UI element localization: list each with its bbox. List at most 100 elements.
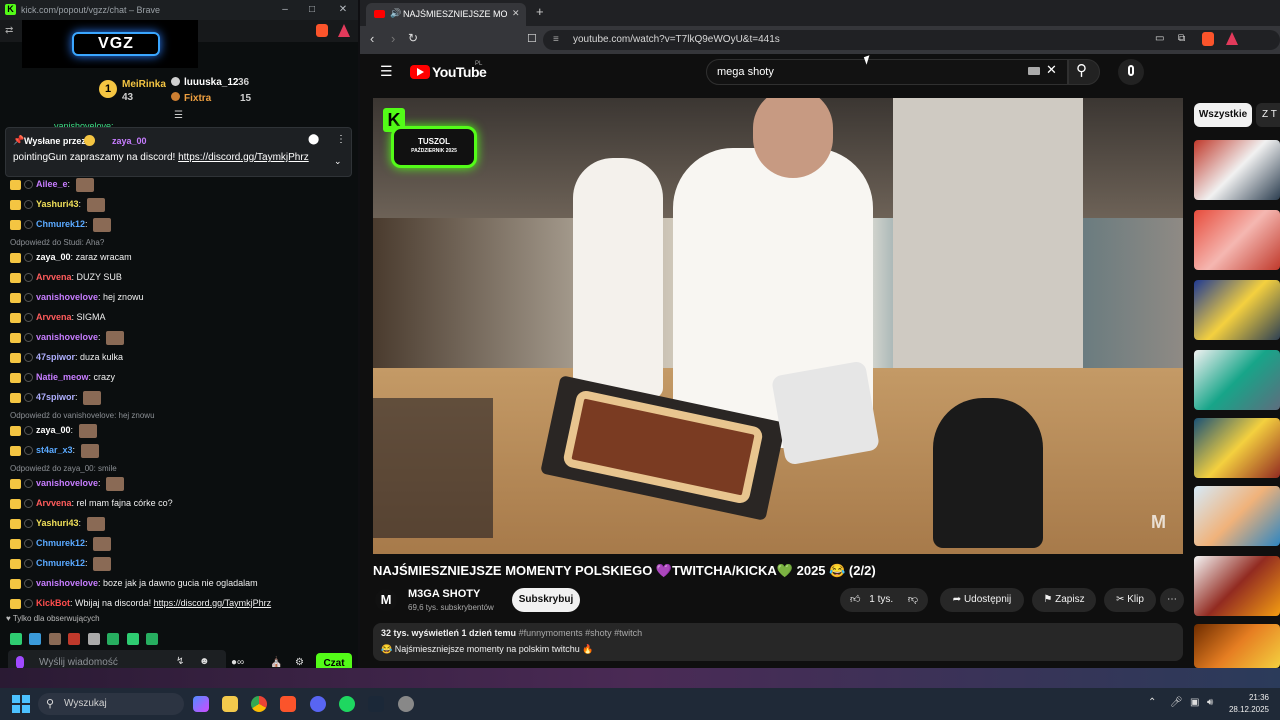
like-icon[interactable]: 👍︎ — [850, 594, 860, 605]
clip-button[interactable]: ✂ Klip — [1104, 588, 1156, 612]
clock-date[interactable]: 28.12.2025 — [1221, 705, 1269, 714]
expand-chevron-icon[interactable]: ⌄ — [334, 156, 342, 167]
chat-username[interactable]: Chmurek12 — [36, 219, 85, 229]
reload-icon[interactable]: ↻ — [408, 31, 418, 45]
chat-username[interactable]: st4ar_x3 — [36, 445, 73, 455]
chat-username[interactable]: Chmurek12 — [36, 558, 85, 568]
minimize-button[interactable]: – — [278, 3, 292, 17]
pinned-link[interactable]: https://discord.gg/TaymkjPhrz — [178, 152, 309, 163]
chat-username[interactable]: 47spiwor — [36, 352, 75, 362]
recommended-thumbnail[interactable] — [1194, 418, 1280, 478]
address-bar[interactable]: ≡ youtube.com/watch?v=T7lkQ9eWOyU&t=441s — [543, 30, 1280, 50]
leader-name[interactable]: MeiRinka — [122, 79, 166, 90]
recommended-thumbnail[interactable] — [1194, 556, 1280, 616]
menu-icon[interactable]: ⇄ — [5, 25, 13, 36]
network-icon[interactable]: ▣ — [1190, 697, 1199, 708]
filter-chip-all[interactable]: Wszystkie — [1194, 103, 1252, 127]
leader-name[interactable]: Fixtra — [184, 93, 211, 104]
youtube-logo-icon[interactable] — [410, 65, 430, 79]
chat-username[interactable]: Yashuri43 — [36, 518, 79, 528]
discord-icon[interactable] — [310, 696, 326, 712]
hamburger-menu-icon[interactable]: ☰ — [380, 63, 393, 80]
maximize-button[interactable]: □ — [305, 3, 319, 17]
recommended-thumbnail[interactable] — [1194, 624, 1280, 668]
filter-chip[interactable]: Z T — [1256, 103, 1280, 127]
volume-icon[interactable]: 🔊︎ — [1207, 697, 1213, 708]
dislike-icon[interactable]: 👎︎ — [908, 594, 918, 605]
chat-username[interactable]: Arvvena — [36, 312, 72, 322]
chat-username[interactable]: Chmurek12 — [36, 538, 85, 548]
voice-search-button[interactable] — [1118, 59, 1144, 85]
command-icon[interactable]: ↯ — [176, 656, 184, 667]
hashtags[interactable]: #funnymoments #shoty #twitch — [519, 628, 643, 638]
steam-icon[interactable] — [368, 696, 384, 712]
reply-context[interactable]: Odpowiedź do vanishovelove: hej znowu — [10, 411, 155, 420]
tab-youtube[interactable]: 🔊 NAJŚMIESZNIEJSZE MOMENTY ✕ — [366, 3, 526, 26]
recommended-thumbnail[interactable] — [1194, 210, 1280, 270]
send-chat-button[interactable]: Czat — [316, 653, 352, 668]
store-icon[interactable]: ⛪ — [270, 657, 282, 668]
audio-playing-icon[interactable]: 🔊 — [390, 8, 401, 19]
site-info-icon[interactable]: ≡ — [553, 30, 559, 50]
chrome-icon[interactable] — [251, 696, 267, 712]
emote-icon[interactable] — [107, 632, 120, 645]
emote-icon[interactable] — [29, 632, 42, 645]
brave-rewards-icon[interactable] — [338, 24, 350, 37]
app-icon[interactable] — [398, 696, 414, 712]
emote-icon[interactable] — [48, 632, 61, 645]
chat-username[interactable]: zaya_00 — [36, 425, 71, 435]
spotify-icon[interactable] — [339, 696, 355, 712]
back-icon[interactable]: ‹ — [370, 31, 374, 46]
microphone-tray-icon[interactable]: 🎤︎ — [1170, 697, 1183, 708]
bookmark-icon[interactable]: ☐ — [527, 32, 537, 45]
collapse-icon[interactable]: ☰ — [174, 110, 183, 121]
emote-icon[interactable] — [87, 632, 100, 645]
emote-icon[interactable] — [146, 632, 159, 645]
save-button[interactable]: ⚑ Zapisz — [1032, 588, 1096, 612]
video-description[interactable]: 32 tys. wyświetleń 1 dzień temu #funnymo… — [373, 623, 1183, 661]
chat-username[interactable]: KickBot — [36, 598, 70, 608]
subscribe-button[interactable]: Subskrybuj — [512, 588, 580, 612]
brave-shield-icon[interactable] — [316, 24, 328, 37]
cast-icon[interactable]: ▭ — [1155, 33, 1164, 44]
copilot-icon[interactable] — [193, 696, 209, 712]
video-player[interactable]: K TUSZOL PAŹDZIERNIK 2025 M — [373, 98, 1183, 554]
chat-username[interactable]: vanishovelove — [36, 292, 98, 302]
pinned-author[interactable]: zaya_00 — [112, 136, 147, 146]
chat-username[interactable]: Arvvena — [36, 498, 72, 508]
emote-icon[interactable] — [10, 632, 22, 645]
recommended-thumbnail[interactable] — [1194, 140, 1280, 200]
recommended-thumbnail[interactable] — [1194, 486, 1280, 546]
chat-username[interactable]: Yashuri43 — [36, 199, 79, 209]
chat-link[interactable]: https://discord.gg/TaymkjPhrz — [154, 598, 272, 608]
clock-time[interactable]: 21:36 — [1229, 693, 1269, 702]
microphone-icon[interactable] — [16, 656, 24, 668]
tab-close-icon[interactable]: ✕ — [512, 8, 520, 19]
emoji-icon[interactable]: ☻ — [199, 656, 210, 667]
windows-start-icon[interactable] — [12, 695, 30, 713]
settings-gear-icon[interactable]: ⚙ — [295, 657, 304, 668]
close-button[interactable]: ✕ — [336, 3, 350, 17]
recommended-thumbnail[interactable] — [1194, 280, 1280, 340]
chat-username[interactable]: vanishovelove — [36, 332, 98, 342]
brave-icon[interactable] — [280, 696, 296, 712]
recommended-thumbnail[interactable] — [1194, 350, 1280, 410]
chat-username[interactable]: vanishovelove — [36, 578, 98, 588]
chat-username[interactable]: zaya_00 — [36, 252, 71, 262]
chat-username[interactable]: 47spiwor — [36, 392, 75, 402]
brave-shield-icon[interactable] — [1202, 32, 1214, 46]
chat-username[interactable]: Natie_meow — [36, 372, 89, 382]
clear-search-icon[interactable]: ✕ — [1046, 62, 1057, 78]
channel-name[interactable]: M3GA SHOTY — [408, 588, 480, 600]
search-input[interactable]: mega shoty — [706, 59, 1068, 85]
new-tab-button[interactable]: + — [536, 4, 544, 19]
more-options-icon[interactable]: ⋮ — [336, 134, 346, 145]
search-icon[interactable]: ⚲ — [1076, 61, 1087, 79]
chat-username[interactable]: vanishovelove — [36, 478, 98, 488]
kick-points-icon[interactable]: ●∞ — [231, 657, 244, 668]
like-count[interactable]: 1 tys. — [869, 594, 893, 605]
file-explorer-icon[interactable] — [222, 696, 238, 712]
chat-username[interactable]: Arvvena — [36, 272, 72, 282]
unpin-icon[interactable]: ⬤ — [308, 134, 319, 145]
chat-input[interactable]: Wyślij wiadomość ↯ ☻ — [8, 650, 226, 668]
